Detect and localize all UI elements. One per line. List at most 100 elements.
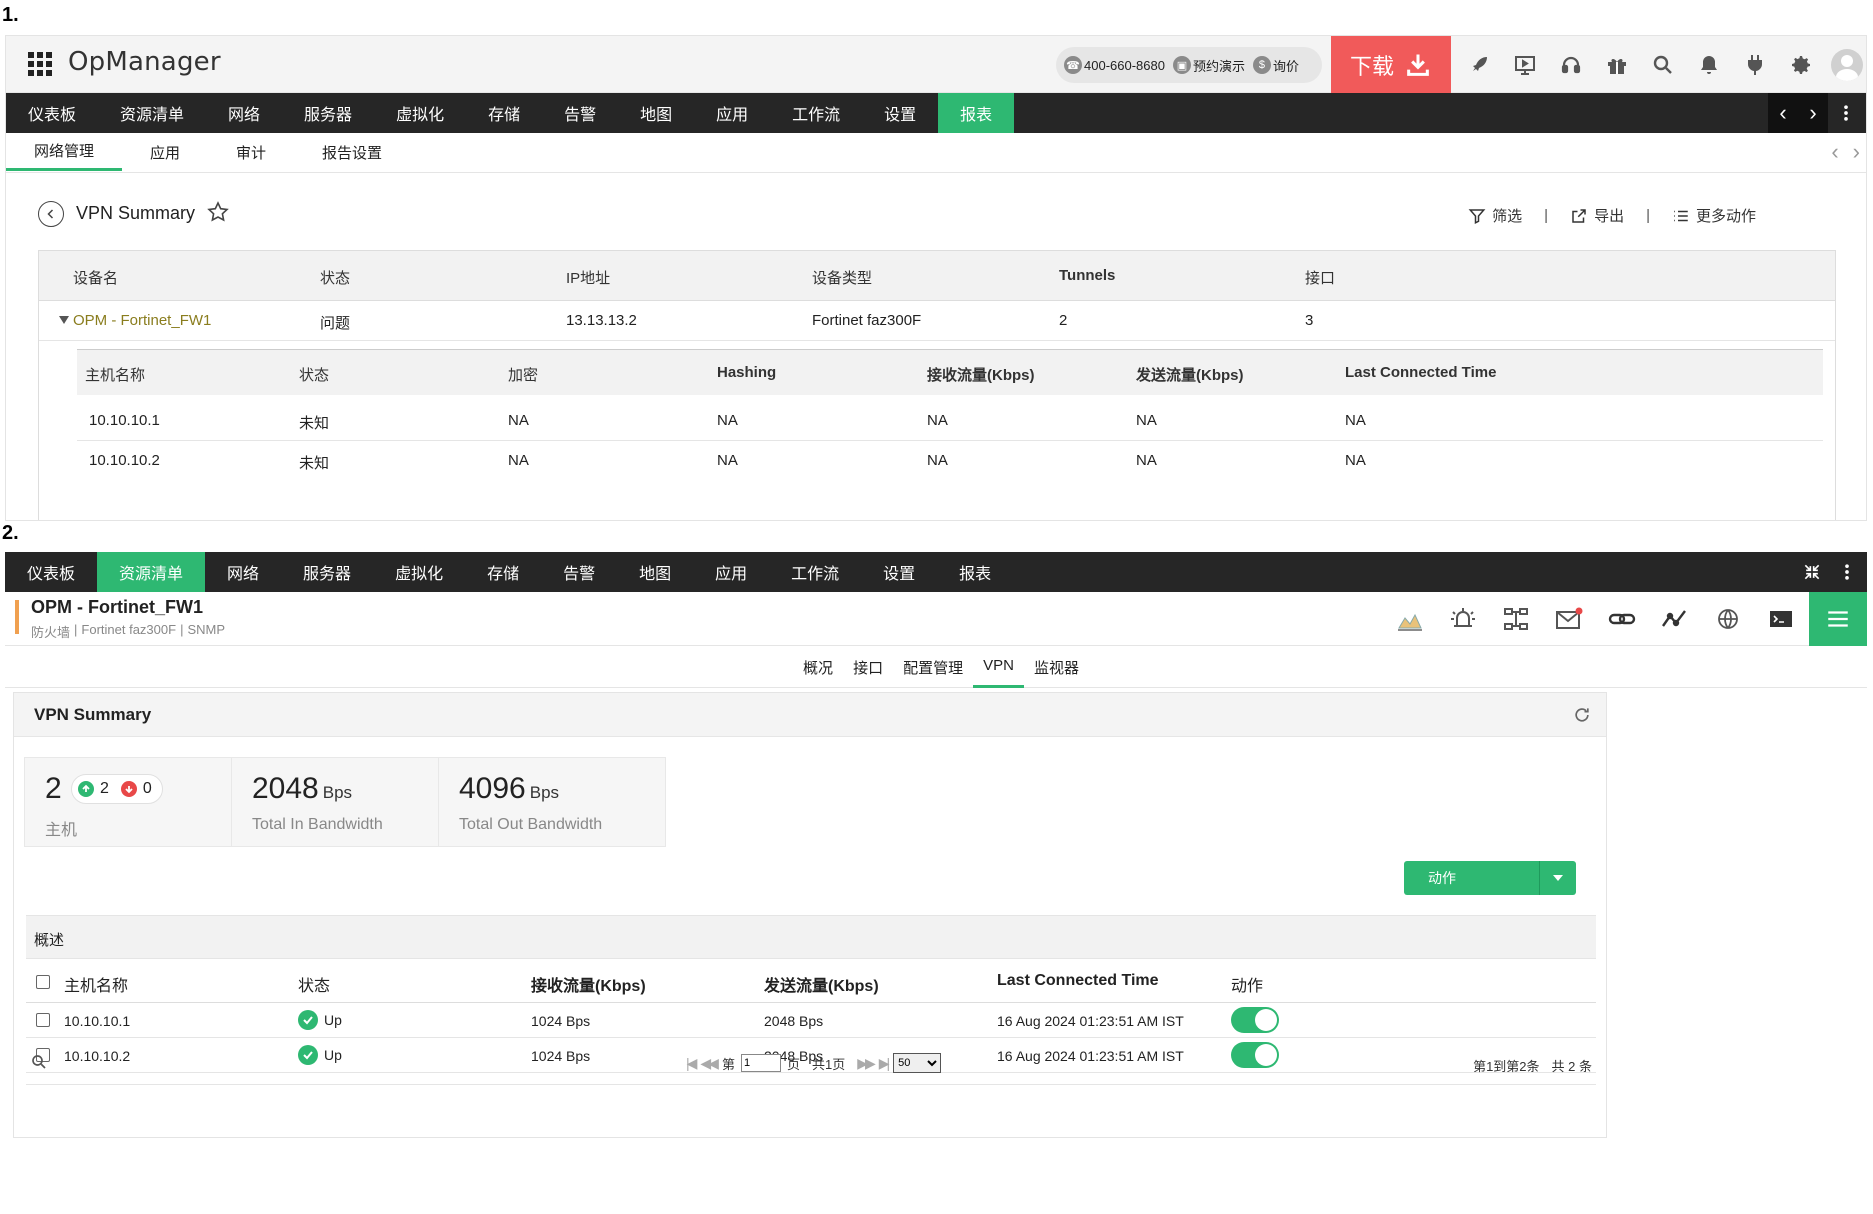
nav1-item-3[interactable]: 服务器 (282, 93, 374, 133)
terminal-icon[interactable] (1754, 592, 1807, 646)
nav2-item-0[interactable]: 仪表板 (5, 552, 97, 592)
prev-page-icon[interactable]: ◀◀ (700, 1055, 718, 1072)
col-tx[interactable]: 发送流量(Kbps) (764, 972, 879, 996)
refresh-icon[interactable] (1572, 705, 1592, 725)
nav1-item-9[interactable]: 工作流 (770, 93, 862, 133)
demo-item[interactable]: ▣ 预约演示 (1172, 56, 1245, 75)
bell-icon[interactable] (1686, 36, 1732, 93)
link-icon[interactable] (1595, 592, 1648, 646)
nav2-item-5[interactable]: 存储 (465, 552, 541, 592)
col-status[interactable]: 状态 (320, 267, 350, 288)
col-rx[interactable]: 接收流量(Kbps) (531, 972, 646, 996)
hamburger-menu-icon[interactable] (1809, 592, 1867, 646)
sub-col-encryption[interactable]: 加密 (508, 364, 538, 385)
collapse-icon[interactable] (1797, 552, 1827, 592)
col-last-connected[interactable]: Last Connected Time (997, 972, 1159, 990)
nav2-item-3[interactable]: 服务器 (281, 552, 373, 592)
nav2-item-7[interactable]: 地图 (617, 552, 693, 592)
caret-down-icon[interactable] (1540, 861, 1576, 895)
action-label[interactable]: 动作 (1404, 861, 1540, 895)
device-tab-1[interactable]: 接口 (843, 646, 893, 688)
alarm-icon[interactable] (1436, 592, 1489, 646)
nav-prev-icon[interactable]: ‹ (1768, 93, 1798, 133)
presentation-icon[interactable] (1502, 36, 1548, 93)
row-checkbox[interactable] (36, 1013, 50, 1027)
device-tab-0[interactable]: 概况 (793, 646, 843, 688)
area-chart-icon[interactable] (1383, 592, 1436, 646)
plug-icon[interactable] (1732, 36, 1778, 93)
col-ip[interactable]: IP地址 (566, 267, 610, 288)
page-number-input[interactable] (740, 1054, 781, 1072)
nav2-item-9[interactable]: 工作流 (769, 552, 861, 592)
filter-button[interactable]: 筛选 (1468, 205, 1522, 226)
nav1-item-10[interactable]: 设置 (862, 93, 938, 133)
nav2-item-2[interactable]: 网络 (205, 552, 281, 592)
device-tab-3[interactable]: VPN (973, 646, 1024, 688)
subnav-next-icon[interactable]: › (1853, 139, 1860, 165)
nav2-item-11[interactable]: 报表 (937, 552, 1013, 592)
nav1-item-1[interactable]: 资源清单 (98, 93, 206, 133)
nav-next-icon[interactable]: › (1798, 93, 1828, 133)
subnav-tab-3[interactable]: 报告设置 (294, 133, 410, 171)
col-tunnels[interactable]: Tunnels (1059, 267, 1115, 284)
export-button[interactable]: 导出 (1570, 205, 1624, 226)
table-row[interactable]: 10.10.10.1 Up 1024 Bps 2048 Bps 16 Aug 2024 … (26, 1003, 1596, 1038)
nav1-item-11[interactable]: 报表 (938, 93, 1015, 133)
table-row[interactable]: 10.10.10.2 未知 NA NA NA NA NA (77, 441, 1823, 481)
more-actions-button[interactable]: 更多动作 (1672, 205, 1756, 226)
sub-col-rx[interactable]: 接收流量(Kbps) (927, 364, 1035, 385)
headset-icon[interactable] (1548, 36, 1594, 93)
phone-item[interactable]: ☎ 400-660-8680 (1064, 56, 1165, 74)
action-dropdown-button[interactable]: 动作 (1404, 861, 1576, 895)
table-row[interactable]: 10.10.10.1 未知 NA NA NA NA NA (77, 401, 1823, 441)
col-interfaces[interactable]: 接口 (1305, 267, 1335, 288)
col-host[interactable]: 主机名称 (64, 972, 128, 996)
avatar[interactable] (1824, 36, 1866, 93)
sub-col-last-connected[interactable]: Last Connected Time (1345, 364, 1496, 381)
nav1-item-8[interactable]: 应用 (694, 93, 770, 133)
rocket-icon[interactable] (1456, 36, 1502, 93)
device-tab-2[interactable]: 配置管理 (893, 646, 973, 688)
device-name-link[interactable]: OPM - Fortinet_FW1 (73, 312, 211, 329)
download-button[interactable]: 下载 (1331, 36, 1451, 93)
back-icon[interactable] (38, 201, 64, 227)
sub-col-status[interactable]: 状态 (299, 364, 329, 385)
nav1-item-0[interactable]: 仪表板 (6, 93, 98, 133)
next-page-icon[interactable]: ▶▶ (857, 1055, 875, 1072)
page-size-select[interactable]: 50 (893, 1053, 942, 1073)
search-icon[interactable] (30, 1053, 48, 1071)
nav-more-icon[interactable] (1834, 93, 1858, 133)
nav1-item-7[interactable]: 地图 (618, 93, 694, 133)
nav2-item-8[interactable]: 应用 (693, 552, 769, 592)
favorite-star-icon[interactable] (206, 200, 230, 224)
table-row[interactable]: OPM - Fortinet_FW1 问题 13.13.13.2 Fortine… (39, 301, 1835, 341)
last-page-icon[interactable]: ▶| (879, 1055, 891, 1072)
subnav-tab-0[interactable]: 网络管理 (6, 133, 123, 171)
select-all-checkbox[interactable] (36, 975, 50, 989)
enable-toggle[interactable] (1231, 1007, 1279, 1033)
gear-icon[interactable] (1778, 36, 1824, 93)
mail-alert-icon[interactable] (1542, 592, 1595, 646)
globe-icon[interactable] (1701, 592, 1754, 646)
nav2-item-6[interactable]: 告警 (541, 552, 617, 592)
nav1-item-5[interactable]: 存储 (466, 93, 542, 133)
gift-icon[interactable] (1594, 36, 1640, 93)
device-tab-4[interactable]: 监视器 (1024, 646, 1089, 688)
subnav-tab-1[interactable]: 应用 (122, 133, 208, 171)
col-device-name[interactable]: 设备名 (73, 267, 118, 288)
apps-grid-icon[interactable] (28, 52, 52, 76)
nav1-item-2[interactable]: 网络 (206, 93, 282, 133)
nav2-item-10[interactable]: 设置 (861, 552, 937, 592)
nav1-item-4[interactable]: 虚拟化 (374, 93, 466, 133)
expand-caret-icon[interactable] (59, 316, 69, 324)
nav1-item-6[interactable]: 告警 (542, 93, 618, 133)
first-page-icon[interactable]: |◀ (686, 1055, 698, 1072)
subnav-prev-icon[interactable]: ‹ (1831, 139, 1838, 165)
sub-col-host[interactable]: 主机名称 (85, 364, 145, 385)
col-device-type[interactable]: 设备类型 (812, 267, 872, 288)
nav2-item-1[interactable]: 资源清单 (97, 552, 206, 592)
sub-col-hashing[interactable]: Hashing (717, 364, 776, 381)
trend-icon[interactable] (1648, 592, 1701, 646)
nav-more-icon[interactable] (1835, 552, 1859, 592)
topology-icon[interactable] (1489, 592, 1542, 646)
